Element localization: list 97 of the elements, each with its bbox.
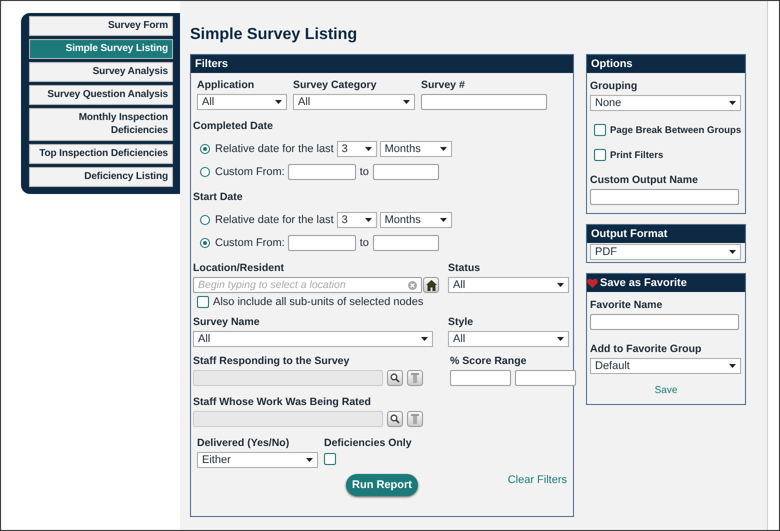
unit-select[interactable]: Months	[380, 212, 452, 228]
date-field[interactable]	[372, 235, 439, 251]
category-select[interactable]: All	[293, 94, 415, 110]
panel-header: Options	[587, 55, 745, 73]
field-label: Application	[197, 79, 256, 91]
field-label: Staff Whose Work Was Being Rated	[193, 396, 372, 408]
field-label: Status	[448, 262, 482, 274]
clear-filters-link[interactable]: Clear Filters	[508, 474, 567, 486]
radio-label: Custom From:	[215, 237, 285, 249]
application-select[interactable]: All	[197, 94, 287, 110]
checkbox-label: Print Filters	[610, 150, 664, 160]
favorite-group-select[interactable]: Default	[590, 358, 741, 374]
field-label: Location/Resident	[193, 262, 286, 274]
radio-button[interactable]	[200, 238, 210, 248]
caret-icon	[403, 100, 410, 104]
date-field[interactable]	[288, 235, 356, 251]
nav-item[interactable]: Simple Survey Listing	[29, 39, 173, 59]
caret-icon	[729, 364, 736, 368]
caret-icon	[440, 218, 447, 222]
field-label: Favorite Name	[590, 299, 664, 311]
page-title: Simple Survey Listing	[190, 26, 358, 44]
field-label: Survey Name	[193, 316, 261, 328]
radio-label: Custom From:	[215, 166, 285, 178]
section-label: Completed Date	[193, 120, 274, 132]
caret-icon	[275, 100, 282, 104]
caret-icon	[364, 218, 372, 222]
column-icon	[411, 414, 419, 424]
nav-item[interactable]: Monthly Inspection Deficiencies	[29, 108, 173, 141]
field-label: Style	[448, 316, 474, 328]
caret-icon	[557, 283, 564, 287]
nav-item[interactable]: Survey Form	[29, 16, 173, 36]
output-name-field[interactable]	[590, 189, 739, 205]
favorite-name-field[interactable]	[590, 314, 739, 330]
column-icon	[411, 373, 419, 383]
checkbox-label: Page Break Between Groups	[610, 124, 742, 136]
nav-item[interactable]: Top Inspection Deficiencies	[29, 144, 173, 164]
save-link[interactable]: Save	[654, 385, 678, 396]
nav-item[interactable]: Survey Analysis	[29, 62, 173, 82]
date-field[interactable]	[372, 164, 439, 180]
search-button[interactable]	[387, 411, 403, 427]
staff-field[interactable]	[193, 370, 383, 386]
radio-label: Relative date for the last	[215, 143, 334, 155]
panel-header: Filters	[191, 55, 573, 73]
caret-icon	[440, 147, 447, 151]
field-label: Deficiencies Only	[324, 437, 412, 449]
run-report-button[interactable]: Run Report	[346, 474, 418, 496]
unit-select[interactable]: Months	[380, 141, 452, 157]
field-label: Grouping	[590, 80, 638, 92]
field-label: Staff Responding to the Survey	[193, 355, 350, 367]
panel-header: Output Format	[587, 225, 745, 243]
radio-button[interactable]	[200, 215, 210, 225]
staff-field[interactable]	[193, 411, 383, 427]
date-field[interactable]	[288, 164, 356, 180]
checkbox[interactable]	[324, 453, 336, 465]
home-button[interactable]	[423, 277, 439, 293]
caret-icon	[364, 147, 372, 151]
search-button[interactable]	[387, 370, 403, 386]
field-label: Add to Favorite Group	[590, 343, 702, 355]
clear-icon[interactable]	[408, 280, 417, 290]
panel-title: Save as Favorite	[600, 277, 687, 289]
field-label: Delivered (Yes/No)	[197, 437, 290, 449]
checkbox[interactable]	[594, 124, 606, 136]
survey-number-field[interactable]	[421, 94, 547, 110]
field-label: % Score Range	[450, 355, 528, 367]
caret-icon	[729, 250, 736, 254]
delivered-select[interactable]: Either	[197, 452, 318, 468]
checkbox[interactable]	[197, 296, 209, 308]
grouping-select[interactable]: None	[590, 95, 741, 111]
score-min-field[interactable]	[450, 370, 511, 386]
caret-icon	[306, 458, 313, 462]
radio-label: Relative date for the last	[215, 214, 334, 226]
number-select[interactable]: 3	[336, 141, 377, 157]
number-select[interactable]: 3	[336, 212, 377, 228]
field-label: Survey Category	[293, 79, 378, 91]
style-select[interactable]: All	[448, 331, 569, 347]
survey-name-select[interactable]: All	[193, 331, 433, 347]
radio-button[interactable]	[200, 144, 210, 154]
field-label: Survey #	[421, 79, 466, 91]
status-select[interactable]: All	[448, 277, 569, 293]
radio-button[interactable]	[200, 167, 210, 177]
section-label: Start Date	[193, 191, 244, 203]
caret-icon	[421, 337, 428, 341]
nav-item[interactable]: Survey Question Analysis	[29, 85, 173, 105]
search-icon	[390, 414, 400, 424]
checkbox[interactable]	[594, 149, 606, 161]
to-label: to	[360, 237, 369, 249]
to-label: to	[360, 166, 369, 178]
home-icon	[426, 280, 436, 290]
caret-icon	[557, 337, 564, 341]
heart-icon	[587, 278, 598, 288]
output-format-select[interactable]: PDF	[590, 244, 741, 260]
search-icon	[390, 373, 400, 383]
field-label: Custom Output Name	[590, 174, 699, 186]
checkbox-label: Also include all sub-units of selected nodes	[213, 296, 424, 308]
caret-icon	[729, 101, 736, 105]
nav-item[interactable]: Deficiency Listing	[29, 167, 173, 187]
score-max-field[interactable]	[515, 370, 576, 386]
